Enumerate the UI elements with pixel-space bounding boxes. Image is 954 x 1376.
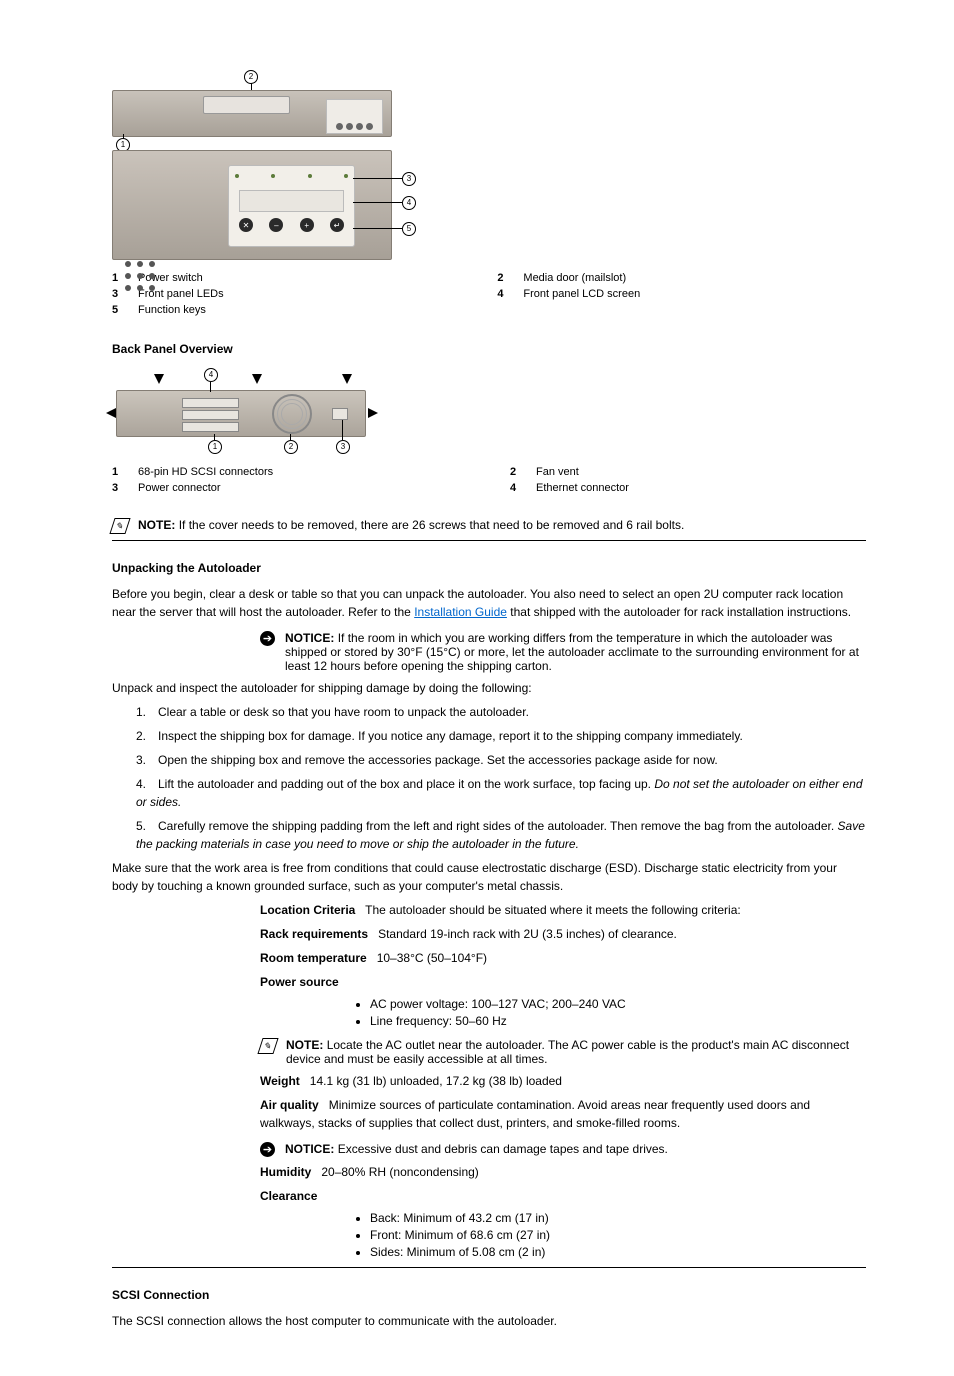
divider	[112, 540, 866, 541]
unpack-paragraph-2: Unpack and inspect the autoloader for sh…	[112, 679, 866, 697]
installation-guide-link[interactable]: Installation Guide	[414, 605, 507, 619]
step-4: 4.Lift the autoloader and padding out of…	[136, 775, 866, 811]
esd-paragraph: Make sure that the work area is free fro…	[112, 859, 866, 895]
back-panel-heading: Back Panel Overview	[112, 340, 866, 358]
front-panel-legend: 1Power switch 2Media door (mailslot) 3Fr…	[112, 272, 866, 316]
divider	[112, 1267, 866, 1268]
step-2: 2.Inspect the shipping box for damage. I…	[136, 727, 866, 745]
callout-3: 3	[402, 172, 416, 186]
callout-5: 5	[402, 222, 416, 236]
back-panel-legend: 168-pin HD SCSI connectors 2Fan vent 3Po…	[112, 466, 866, 494]
front-panel-figure: 2 1 ✕–+↵ 3 4 5	[112, 70, 392, 260]
note-icon: ✎	[257, 1038, 278, 1054]
notice-icon: ➔	[260, 631, 275, 646]
notice-temp: ➔ NOTICE: If the room in which you are w…	[260, 631, 866, 673]
scsi-heading: SCSI Connection	[112, 1286, 866, 1304]
scsi-paragraph: The SCSI connection allows the host comp…	[112, 1312, 866, 1330]
callout-2: 2	[244, 70, 258, 84]
step-1: 1.Clear a table or desk so that you have…	[136, 703, 866, 721]
note-cover-screws: ✎ NOTE: If the cover needs to be removed…	[112, 518, 866, 534]
unpack-paragraph-1: Before you begin, clear a desk or table …	[112, 585, 866, 621]
notice-dust: ➔ NOTICE: Excessive dust and debris can …	[260, 1142, 866, 1157]
unpacking-heading: Unpacking the Autoloader	[112, 559, 866, 577]
back-panel-figure: 4 1 2 3	[112, 364, 372, 454]
step-5: 5.Carefully remove the shipping padding …	[136, 817, 866, 853]
notice-icon: ➔	[260, 1142, 275, 1157]
location-criteria-block: Location Criteria The autoloader should …	[260, 901, 866, 1259]
step-3: 3.Open the shipping box and remove the a…	[136, 751, 866, 769]
note-ac-outlet: ✎ NOTE: Locate the AC outlet near the au…	[260, 1038, 866, 1066]
callout-4: 4	[402, 196, 416, 210]
note-icon: ✎	[109, 518, 130, 534]
